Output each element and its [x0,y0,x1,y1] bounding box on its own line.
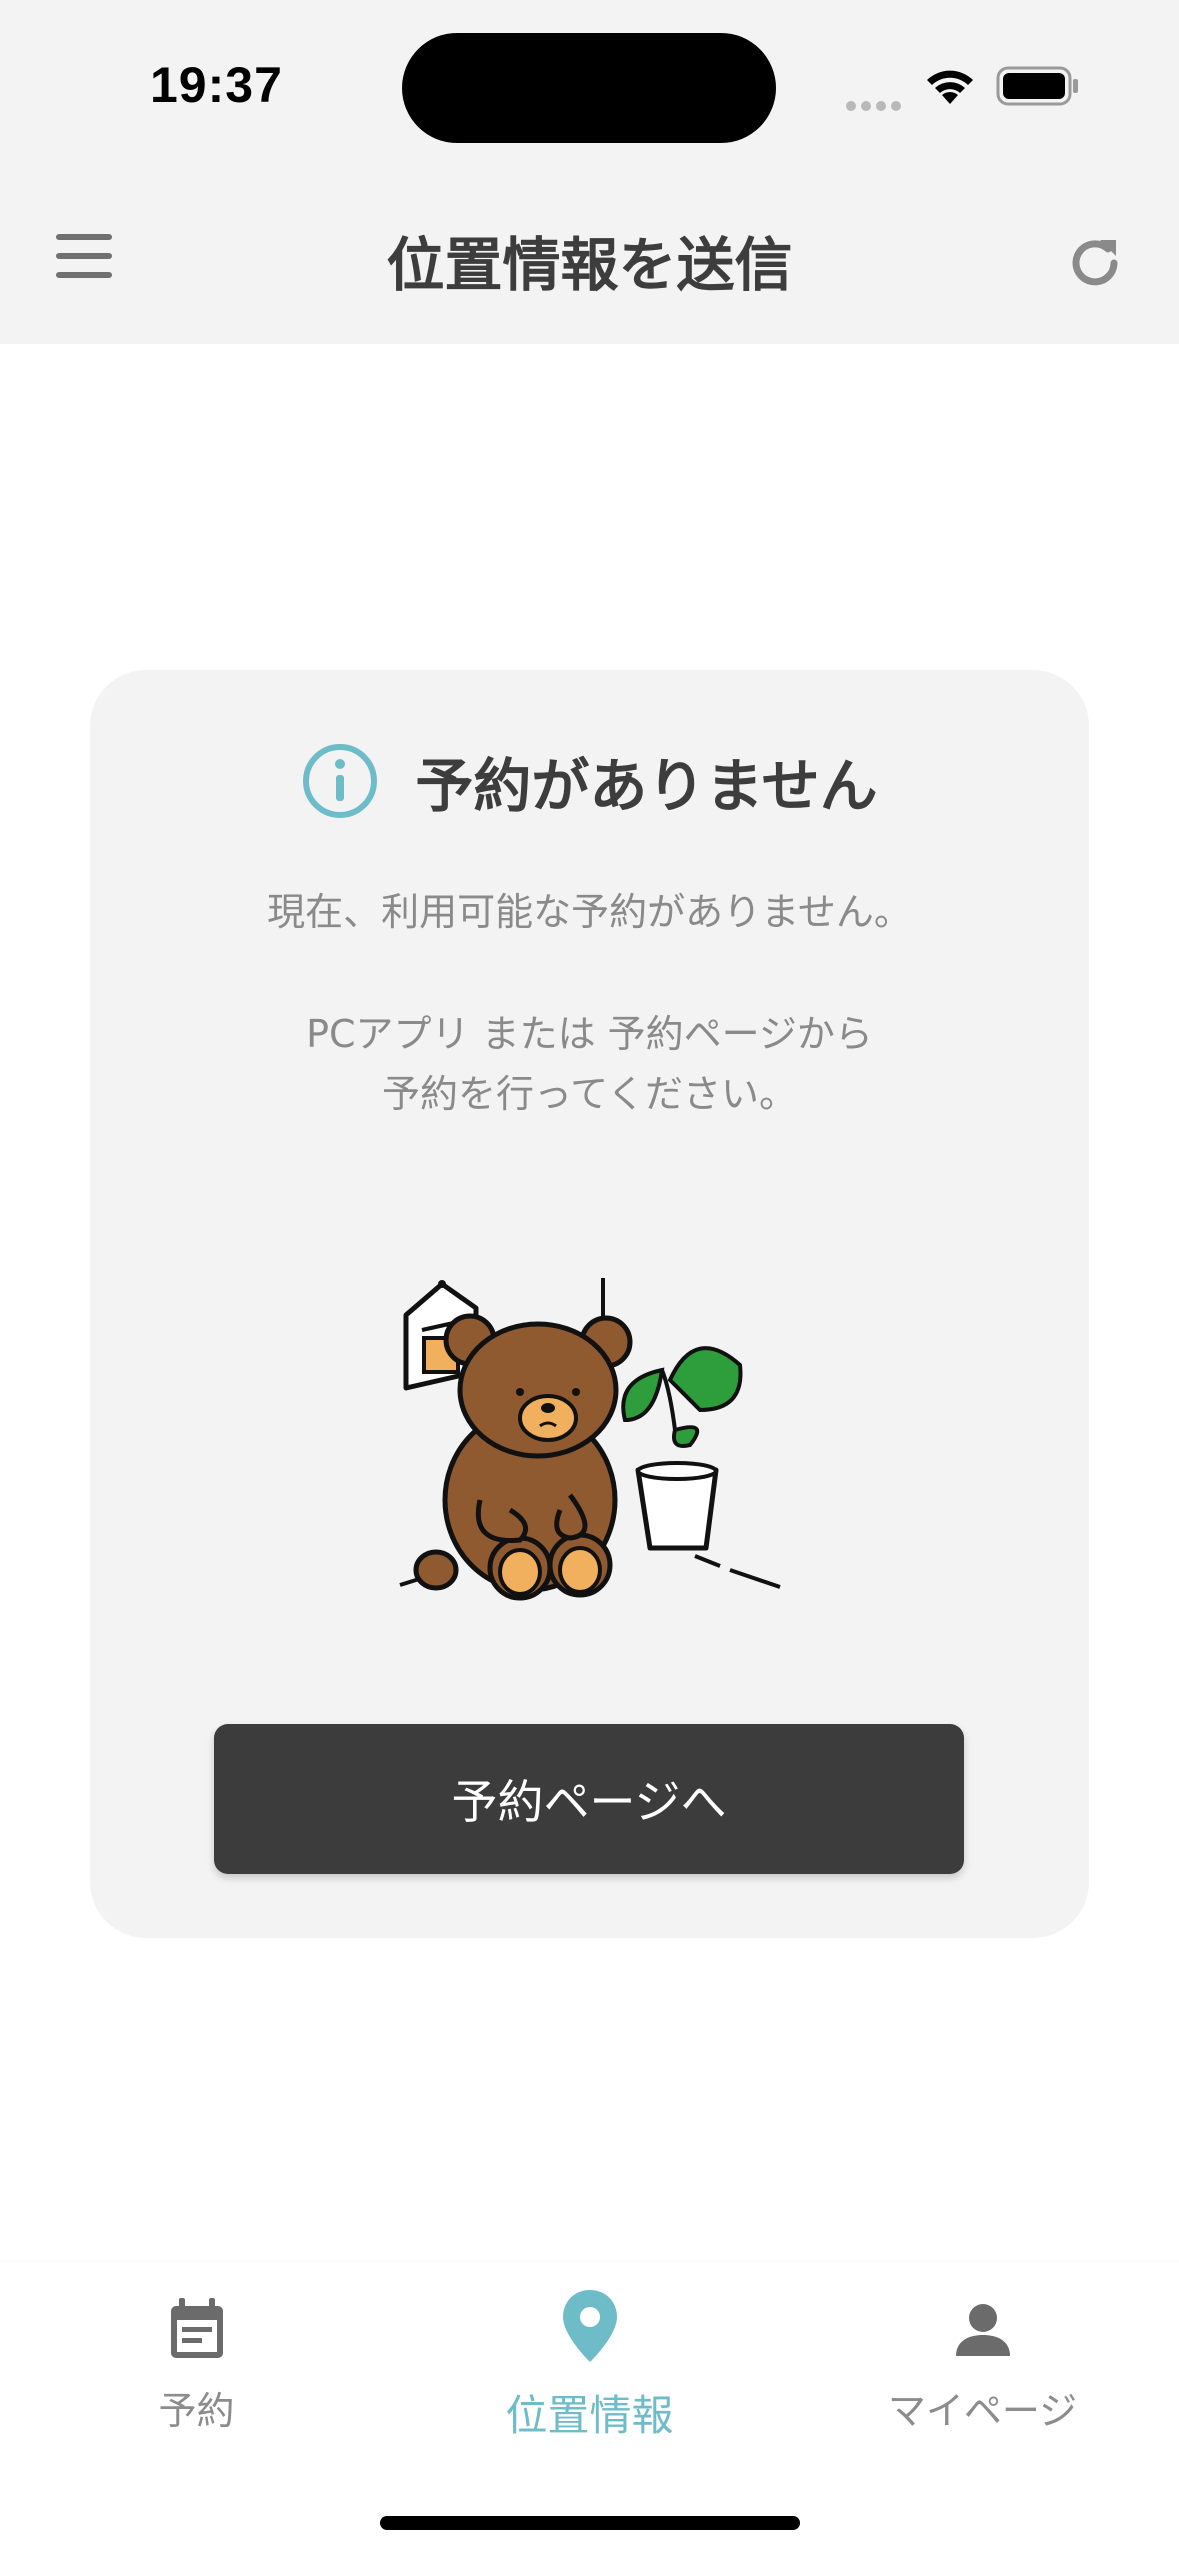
tab-label: 位置情報 [505,2391,674,2440]
empty-state-heading: 予約がありません [90,736,1089,826]
status-time: 19:37 [150,57,283,113]
tab-reservations[interactable]: 予約 [0,2262,393,2462]
tab-label: マイページ [887,2389,1078,2433]
empty-state-card: 予約がありません 現在、利用可能な予約がありません。 PCアプリ または 予約ペ… [90,670,1089,1938]
battery-icon [996,66,1078,106]
refresh-icon[interactable] [1060,228,1130,298]
tab-my-page[interactable]: マイページ [786,2262,1179,2462]
location-pin-icon [562,2290,617,2362]
instruction-line-1: PCアプリ または 予約ページから [306,1012,873,1056]
tab-location[interactable]: 位置情報 [393,2262,786,2462]
empty-state-title: 予約がありません [415,752,878,820]
reservation-page-button[interactable]: 予約ページへ [214,1724,964,1874]
page-title: 位置情報を送信 [386,231,793,299]
person-icon [955,2304,1010,2356]
bottom-tab-bar: 予約 位置情報 マイページ [0,2262,1179,2556]
home-indicator[interactable] [380,2516,800,2530]
instruction-line-2: 予約を行ってください。 [382,1072,797,1116]
wifi-icon [927,70,973,104]
empty-state-instructions: PCアプリ または 予約ページから 予約を行ってください。 [90,1004,1089,1124]
tab-label: 予約 [158,2389,235,2433]
teddy-bear-with-plant-illustration [399,1278,781,1601]
dynamic-island [402,33,776,143]
empty-state-message: 現在、利用可能な予約がありません。 [267,890,912,934]
info-icon [303,744,378,818]
cellular-signal-icon [846,96,906,115]
calendar-icon [170,2298,223,2358]
